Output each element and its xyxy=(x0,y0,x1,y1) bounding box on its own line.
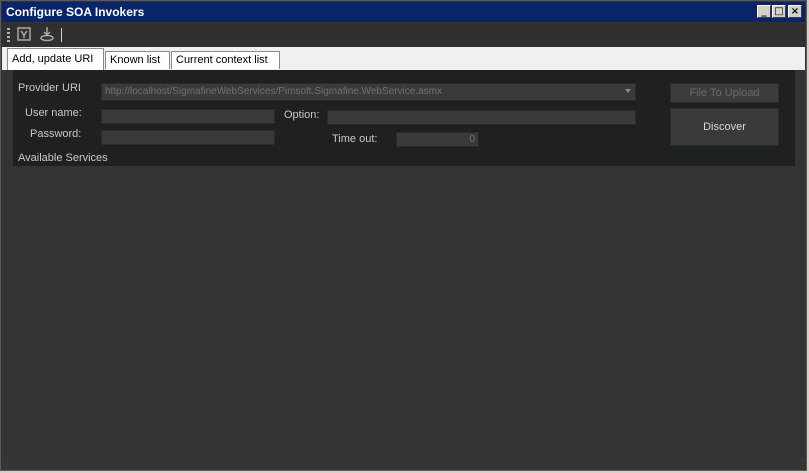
add-update-uri-panel: Provider URI http://localhost/SigmafineW… xyxy=(13,70,795,458)
window-bottom-edge xyxy=(2,458,805,470)
configure-soa-invokers-window: Configure SOA Invokers _ □ × Add, update… xyxy=(0,0,807,471)
provider-uri-value: http://localhost/SigmafineWebServices/Pi… xyxy=(105,86,442,97)
window-title: Configure SOA Invokers xyxy=(6,5,145,19)
option-input[interactable] xyxy=(327,110,636,125)
tab-current-context-list[interactable]: Current context list xyxy=(171,51,280,69)
tab-add-update-uri[interactable]: Add, update URI xyxy=(7,48,104,70)
tab-known-list[interactable]: Known list xyxy=(105,51,170,69)
provider-uri-label: Provider URI xyxy=(18,82,81,94)
provider-uri-combo[interactable]: http://localhost/SigmafineWebServices/Pi… xyxy=(101,83,636,101)
timeout-label: Time out: xyxy=(332,133,378,145)
title-bar[interactable]: Configure SOA Invokers _ □ × xyxy=(2,2,805,22)
discover-button[interactable]: Discover xyxy=(670,108,779,146)
password-input[interactable] xyxy=(101,130,275,145)
username-label: User name: xyxy=(25,107,82,119)
chevron-down-icon[interactable] xyxy=(625,89,631,93)
provider-form: Provider URI http://localhost/SigmafineW… xyxy=(13,70,795,166)
file-to-upload-button[interactable]: File To Upload xyxy=(670,83,779,103)
maximize-button[interactable]: □ xyxy=(772,5,786,18)
toolbar xyxy=(2,23,805,47)
tab-strip: Add, update URI Known list Current conte… xyxy=(2,47,805,70)
close-button[interactable]: × xyxy=(788,5,802,18)
deploy-icon[interactable] xyxy=(38,26,56,44)
available-services-label: Available Services xyxy=(18,152,108,164)
option-label: Option: xyxy=(284,109,320,121)
username-input[interactable] xyxy=(101,109,275,124)
minimize-button[interactable]: _ xyxy=(757,5,771,18)
timeout-input[interactable]: 0 xyxy=(396,132,479,147)
deploy-icon-glyph xyxy=(40,27,54,42)
network-icon[interactable] xyxy=(15,26,33,44)
network-icon-glyph xyxy=(17,27,31,41)
toolbar-separator xyxy=(61,28,62,42)
available-services-list[interactable] xyxy=(13,166,795,458)
toolbar-grip[interactable] xyxy=(7,28,10,42)
password-label: Password: xyxy=(30,128,82,140)
